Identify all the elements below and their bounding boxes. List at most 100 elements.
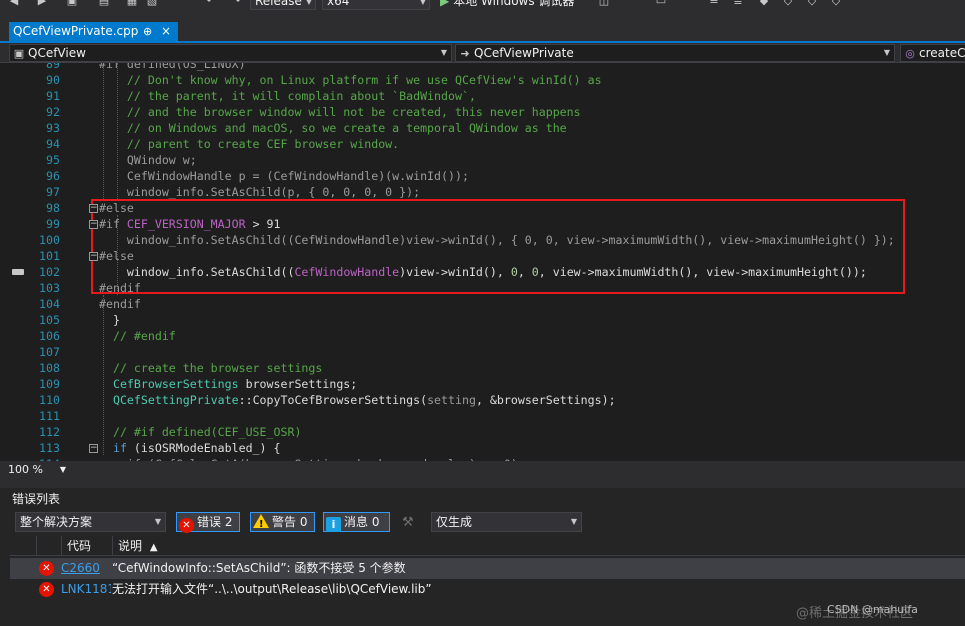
save-icon[interactable]: ▦ [126, 0, 138, 7]
code-line[interactable]: 93 // on Windows and macOS, so we create… [0, 120, 965, 136]
code-line[interactable]: 92 // and the browser window will not be… [0, 104, 965, 120]
line-number: 109 [39, 377, 60, 391]
chevron-down-icon: ▼ [883, 48, 890, 57]
zoom-select[interactable]: 100 % ▼ [8, 462, 66, 477]
close-icon[interactable]: × [161, 22, 171, 41]
back-icon[interactable]: ◀ [8, 0, 20, 7]
line-number: 98 [46, 201, 60, 215]
open-folder-icon[interactable]: ▤ [98, 0, 110, 7]
code-line[interactable]: 89 #if defined(OS_LINUX) [0, 63, 965, 72]
code-line[interactable]: 110 QCefSettingPrivate::CopyToCefBrowser… [0, 392, 965, 408]
error-description: 无法打开输入文件“..\..\output\Release\lib\QCefVi… [112, 582, 432, 596]
line-number: 89 [46, 63, 60, 71]
code-line[interactable]: 111 [0, 408, 965, 424]
align-icon[interactable]: ≡ [708, 0, 720, 7]
line-number: 105 [39, 313, 60, 327]
error-icon: ✕ [179, 518, 194, 533]
tab-qcefviewprivate-cpp[interactable]: QCefViewPrivate.cpp ⊕ × [9, 22, 178, 41]
prev-bookmark-icon[interactable]: ◇ [782, 0, 794, 7]
code-token: #if defined(OS_LINUX) [99, 63, 246, 71]
code-token: // the parent, it will complain about `B… [99, 89, 476, 103]
redo-icon[interactable]: ↷ [230, 0, 242, 7]
type-scope-select[interactable]: ➜ QCefViewPrivate ▼ [455, 44, 895, 62]
code-line[interactable]: 105 } [0, 312, 965, 328]
member-select[interactable]: ◎ createC [900, 44, 965, 62]
code-text: window_info.SetAsChild(p, { 0, 0, 0, 0 }… [99, 184, 420, 200]
error-row[interactable]: ✕ LNK1181 无法打开输入文件“..\..\output\Release\… [10, 579, 965, 600]
error-code-link[interactable]: LNK1181 [61, 579, 111, 600]
code-line[interactable]: 102 window_info.SetAsChild((CefWindowHan… [0, 264, 965, 280]
error-icon: ✕ [39, 582, 54, 597]
intellisense-filter-icon[interactable]: ⚒ [402, 515, 414, 530]
column-header-icon[interactable] [36, 536, 61, 556]
code-token: CefWindowHandle p = (CefWindowHandle)(w.… [99, 169, 469, 183]
code-line[interactable]: 106 // #endif [0, 328, 965, 344]
code-line[interactable]: 98 − #else [0, 200, 965, 216]
code-line[interactable]: 101 − #else [0, 248, 965, 264]
next-bookmark-icon[interactable]: ◇ [806, 0, 818, 7]
fold-toggle-icon[interactable]: − [89, 220, 98, 229]
code-line[interactable]: 109 CefBrowserSettings browserSettings; [0, 376, 965, 392]
panel-splitter[interactable] [0, 478, 965, 488]
column-header-description[interactable]: 说明 ▲ [112, 536, 965, 556]
code-text: // the parent, it will complain about `B… [99, 88, 476, 104]
error-row[interactable]: ✕ C2660 “CefWindowInfo::SetAsChild”: 函数不… [10, 558, 965, 579]
scope-filter-select[interactable]: 整个解决方案 ▼ [15, 512, 166, 532]
editor-status-strip: 100 % ▼ [0, 461, 965, 478]
code-text: // parent to create CEF browser window. [99, 136, 399, 152]
platform-select[interactable]: x64 ▼ [322, 0, 430, 10]
project-scope-select[interactable]: ▣ QCefView ▼ [9, 44, 452, 62]
code-line[interactable]: 94 // parent to create CEF browser windo… [0, 136, 965, 152]
code-line[interactable]: 99 − #if CEF_VERSION_MAJOR > 91 [0, 216, 965, 232]
code-token: )view->winId(), [399, 265, 511, 279]
code-line[interactable]: 113 − if (isOSRModeEnabled_) { [0, 440, 965, 456]
indent-icon[interactable]: ≣ [732, 0, 744, 7]
code-token: window_info.SetAsChild(( [99, 265, 295, 279]
line-number: 99 [46, 217, 60, 231]
layout-icon[interactable]: ▭ [655, 0, 667, 7]
code-line[interactable]: 112 // #if defined(CEF_USE_OSR) [0, 424, 965, 440]
code-token: #else [99, 249, 134, 263]
fold-toggle-icon[interactable]: − [89, 204, 98, 213]
code-line[interactable]: 107 [0, 344, 965, 360]
code-text: // Don't know why, on Linux platform if … [99, 72, 602, 88]
new-file-icon[interactable]: ▣ [66, 0, 78, 7]
fold-toggle-icon[interactable]: − [89, 444, 98, 453]
start-debugging-button[interactable]: ▶ 本地 Windows 调试器 [440, 0, 574, 10]
messages-filter-button[interactable]: i 消息 0 [323, 512, 390, 532]
code-text: // on Windows and macOS, so we create a … [99, 120, 567, 136]
fold-toggle-icon[interactable]: − [89, 252, 98, 261]
code-editor[interactable]: 89 #if defined(OS_LINUX) 90 // Don't know … [0, 63, 965, 461]
undo-icon[interactable]: ↶ [205, 0, 217, 7]
code-line[interactable]: 96 CefWindowHandle p = (CefWindowHandle)… [0, 168, 965, 184]
code-line[interactable]: 90 // Don't know why, on Linux platform … [0, 72, 965, 88]
code-line[interactable]: 100 window_info.SetAsChild((CefWindowHan… [0, 232, 965, 248]
column-header-code[interactable]: 代码 [61, 536, 112, 556]
member-name: createC [919, 46, 965, 60]
code-text: QCefSettingPrivate::CopyToCefBrowserSett… [99, 392, 616, 408]
code-text: #endif [99, 280, 141, 296]
errors-filter-button[interactable]: ✕ 错误 2 [176, 512, 240, 533]
code-line[interactable]: 104 #endif [0, 296, 965, 312]
build-filter-select[interactable]: 仅生成 ▼ [431, 512, 582, 532]
bookmark-icon[interactable]: ◆ [758, 0, 770, 7]
attach-icon[interactable]: ◫ [598, 0, 610, 7]
code-line[interactable]: 103 #endif [0, 280, 965, 296]
code-line[interactable]: 95 QWindow w; [0, 152, 965, 168]
code-line[interactable]: 97 window_info.SetAsChild(p, { 0, 0, 0, … [0, 184, 965, 200]
code-token: CefWindowHandle [294, 265, 400, 279]
code-line[interactable]: 91 // the parent, it will complain about… [0, 88, 965, 104]
code-text: #else [99, 248, 134, 264]
configuration-select[interactable]: Release ▼ [250, 0, 316, 10]
messages-filter-label: 消息 0 [344, 515, 380, 529]
clear-bookmarks-icon[interactable]: ◇ [830, 0, 842, 7]
code-token: #endif [99, 297, 141, 311]
chevron-down-icon: ▼ [570, 517, 577, 526]
pin-icon[interactable]: ⊕ [143, 22, 152, 41]
code-line[interactable]: 108 // create the browser settings [0, 360, 965, 376]
error-code-link[interactable]: C2660 [61, 558, 111, 579]
forward-icon[interactable]: ▶ [36, 0, 48, 7]
save-all-icon[interactable]: ▧ [146, 0, 158, 7]
warnings-filter-button[interactable]: ! 警告 0 [250, 512, 315, 532]
code-text: // create the browser settings [99, 360, 322, 376]
